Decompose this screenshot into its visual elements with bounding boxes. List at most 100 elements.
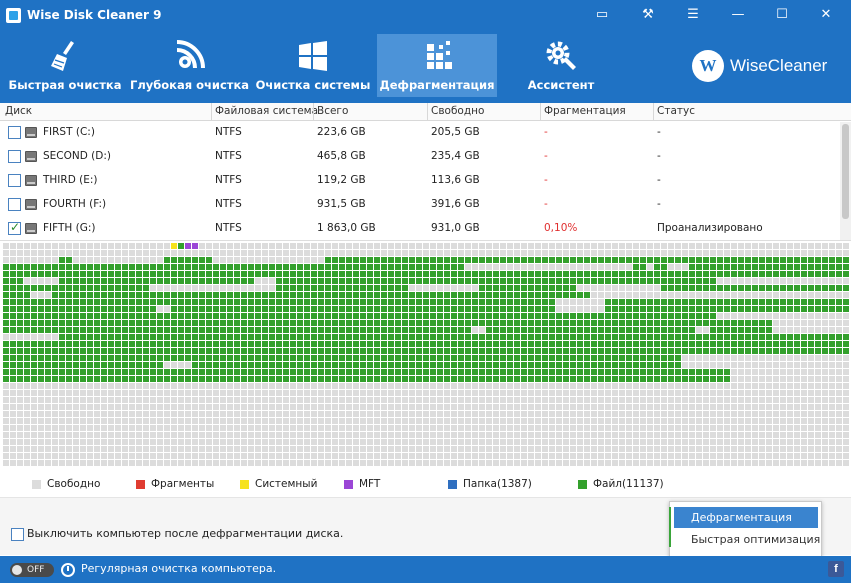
cluster-block <box>374 278 380 284</box>
cluster-block <box>451 418 457 424</box>
cluster-block <box>283 425 289 431</box>
facebook-icon[interactable]: f <box>828 561 844 577</box>
cluster-block <box>213 404 219 410</box>
cluster-block <box>24 299 30 305</box>
drive-checkbox[interactable] <box>8 220 21 235</box>
cluster-block <box>465 418 471 424</box>
cluster-block <box>45 264 51 270</box>
cluster-block <box>185 341 191 347</box>
cluster-block <box>241 264 247 270</box>
cluster-block <box>269 285 275 291</box>
cluster-block <box>150 376 156 382</box>
cluster-block <box>115 369 121 375</box>
cluster-block <box>339 313 345 319</box>
cluster-block <box>724 257 730 263</box>
column-divider[interactable] <box>653 103 654 121</box>
cluster-block <box>234 390 240 396</box>
cluster-block <box>458 257 464 263</box>
column-header-status[interactable]: Статус <box>657 105 695 117</box>
cluster-block <box>710 355 716 361</box>
cluster-block <box>409 432 415 438</box>
drive-checkbox[interactable] <box>8 150 21 163</box>
cluster-block <box>696 355 702 361</box>
cluster-block <box>556 453 562 459</box>
table-row[interactable]: SECOND (D:) NTFS 465,8 GB 235,4 GB - - <box>0 145 840 169</box>
maximize-icon[interactable]: ☐ <box>768 4 796 26</box>
tab-quick-clean[interactable]: Быстрая очистка <box>6 34 124 97</box>
cluster-block <box>584 243 590 249</box>
cluster-block <box>752 439 758 445</box>
cluster-block <box>556 376 562 382</box>
drive-checkbox[interactable] <box>8 126 21 139</box>
cluster-block <box>556 355 562 361</box>
column-divider[interactable] <box>211 103 212 121</box>
tab-defrag[interactable]: Дефрагментация <box>377 34 497 97</box>
cluster-block <box>507 432 513 438</box>
shutdown-label[interactable]: Выключить компьютер после дефрагментации… <box>27 527 343 540</box>
dropdown-item-defrag[interactable]: Дефрагментация <box>674 507 818 528</box>
cluster-block <box>45 460 51 466</box>
cluster-block <box>45 383 51 389</box>
cluster-block <box>703 390 709 396</box>
cluster-block <box>108 292 114 298</box>
cluster-block <box>87 285 93 291</box>
cluster-block <box>185 362 191 368</box>
cluster-block <box>143 257 149 263</box>
cluster-block <box>241 306 247 312</box>
column-header-fs[interactable]: Файловая система <box>215 105 318 117</box>
table-scrollbar[interactable] <box>840 122 851 240</box>
menu-icon[interactable]: ☰ <box>679 4 707 26</box>
cluster-block <box>87 390 93 396</box>
cluster-block <box>451 446 457 452</box>
table-row[interactable]: FIRST (C:) NTFS 223,6 GB 205,5 GB - - <box>0 121 840 145</box>
cluster-block <box>290 313 296 319</box>
cluster-block <box>332 264 338 270</box>
column-divider[interactable] <box>540 103 541 121</box>
cluster-block <box>52 278 58 284</box>
scrollbar-thumb[interactable] <box>842 124 849 219</box>
cluster-block <box>549 271 555 277</box>
cluster-block <box>262 432 268 438</box>
tab-assistant[interactable]: Ассистент <box>502 34 620 97</box>
cluster-block <box>675 292 681 298</box>
cluster-block <box>402 271 408 277</box>
cluster-block <box>521 390 527 396</box>
minimize-icon[interactable]: — <box>724 4 752 26</box>
column-header-free[interactable]: Свободно <box>431 105 484 117</box>
cluster-block <box>675 362 681 368</box>
table-row[interactable]: FIFTH (G:) NTFS 1 863,0 GB 931,0 GB 0,10… <box>0 217 840 241</box>
column-header-total[interactable]: Всего <box>317 105 348 117</box>
column-header-disk[interactable]: Диск <box>5 105 32 117</box>
cluster-block <box>759 355 765 361</box>
monitor-icon[interactable]: ▭ <box>588 4 616 26</box>
table-row[interactable]: FOURTH (F:) NTFS 931,5 GB 391,6 GB - - <box>0 193 840 217</box>
close-icon[interactable]: ✕ <box>812 4 840 26</box>
cluster-block <box>3 243 9 249</box>
column-divider[interactable] <box>313 103 314 121</box>
wrench-icon[interactable]: ⚒ <box>634 4 662 26</box>
cluster-block <box>367 320 373 326</box>
cluster-block <box>437 460 443 466</box>
cluster-block <box>591 327 597 333</box>
column-header-fragmentation[interactable]: Фрагментация <box>544 105 626 117</box>
column-divider[interactable] <box>427 103 428 121</box>
cluster-block <box>381 432 387 438</box>
tab-deep-clean[interactable]: Глубокая очистка <box>130 34 249 97</box>
cluster-block <box>430 243 436 249</box>
cluster-block <box>346 460 352 466</box>
cluster-block <box>346 376 352 382</box>
cluster-block <box>661 418 667 424</box>
cluster-block <box>367 278 373 284</box>
shutdown-checkbox[interactable] <box>11 528 24 541</box>
cluster-block <box>808 439 814 445</box>
cluster-block <box>738 362 744 368</box>
cluster-block <box>38 411 44 417</box>
table-row[interactable]: THIRD (E:) NTFS 119,2 GB 113,6 GB - - <box>0 169 840 193</box>
tab-system-clean[interactable]: Очистка системы <box>254 34 372 97</box>
schedule-label[interactable]: Регулярная очистка компьютера. <box>81 562 276 575</box>
dropdown-item-quick-optimize[interactable]: Быстрая оптимизация <box>674 529 820 550</box>
cluster-block <box>227 411 233 417</box>
schedule-toggle[interactable]: OFF <box>10 563 54 577</box>
drive-checkbox[interactable] <box>8 174 21 187</box>
drive-checkbox[interactable] <box>8 198 21 211</box>
